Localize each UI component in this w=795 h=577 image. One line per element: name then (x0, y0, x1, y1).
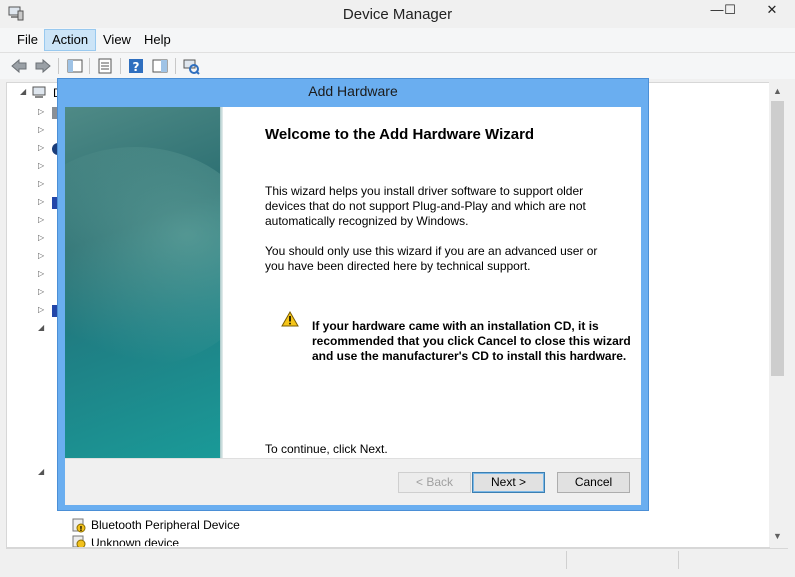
unknown-device-icon: ! (72, 518, 86, 533)
wizard-heading: Welcome to the Add Hardware Wizard (265, 126, 535, 143)
maximize-button[interactable]: ☐ (716, 0, 744, 22)
dialog-title: Add Hardware (308, 83, 398, 99)
back-arrow-icon[interactable] (10, 57, 28, 75)
computer-icon (32, 86, 46, 98)
svg-text:!: ! (79, 525, 82, 533)
menu-help[interactable]: Help (137, 30, 178, 50)
help-icon[interactable]: ? (127, 57, 145, 75)
toolbar-separator (120, 58, 121, 74)
toolbar: ? (0, 53, 795, 79)
properties-icon[interactable] (96, 57, 114, 75)
unknown-device-icon (72, 535, 86, 547)
expander-icon[interactable]: ▷ (38, 144, 46, 152)
cancel-button[interactable]: Cancel (557, 472, 630, 493)
window-title: Device Manager (342, 6, 453, 23)
status-pane (678, 551, 679, 569)
forward-arrow-icon[interactable] (34, 57, 52, 75)
tree-item-label: Unknown device (91, 536, 180, 546)
svg-text:?: ? (133, 60, 140, 74)
toolbar-separator (58, 58, 59, 74)
toolbar-separator (89, 58, 90, 74)
close-button[interactable]: ✕ (752, 0, 792, 22)
expander-icon[interactable]: ▷ (38, 180, 46, 188)
menu-view[interactable]: View (96, 30, 138, 50)
tree-item-unknown-device[interactable]: Unknown device (91, 536, 179, 546)
toolbar-separator (175, 58, 176, 74)
scroll-up-icon[interactable]: ▲ (769, 86, 786, 96)
back-button[interactable]: < Back (398, 472, 471, 493)
warning-icon (281, 311, 299, 327)
expander-icon[interactable]: ◢ (38, 468, 46, 476)
next-button[interactable]: Next > (472, 472, 545, 493)
expander-icon[interactable]: ▷ (38, 126, 46, 134)
expander-icon[interactable]: ▷ (38, 306, 46, 314)
wizard-advanced-text: You should only use this wizard if you a… (265, 244, 598, 273)
expander-icon[interactable]: ▷ (38, 288, 46, 296)
menu-file[interactable]: File (10, 30, 45, 50)
menu-bar: File Action View Help (0, 28, 795, 53)
expander-icon[interactable]: ▷ (38, 108, 46, 116)
scan-hardware-icon[interactable] (182, 57, 200, 75)
expander-icon[interactable]: ▷ (38, 234, 46, 242)
scrollbar-thumb[interactable] (771, 101, 784, 376)
action-pane-icon[interactable] (151, 57, 169, 75)
tree-item-bluetooth-peripheral[interactable]: Bluetooth Peripheral Device (91, 518, 240, 532)
expander-icon[interactable]: ▷ (38, 270, 46, 278)
warning-text: If your hardware came with an installati… (312, 319, 631, 363)
expander-icon[interactable]: ▷ (38, 252, 46, 260)
dialog-button-bar (65, 458, 641, 505)
banner-swoosh (65, 147, 222, 367)
menu-action[interactable]: Action (44, 29, 97, 51)
status-pane (566, 551, 567, 569)
wizard-side-banner (65, 107, 222, 458)
status-bar (6, 548, 788, 571)
continue-instruction: To continue, click Next. (265, 442, 388, 456)
expander-icon[interactable]: ▷ (38, 216, 46, 224)
scroll-down-icon[interactable]: ▼ (769, 531, 786, 541)
wizard-intro-text: This wizard helps you install driver sof… (265, 184, 586, 228)
expander-icon[interactable]: ◢ (38, 324, 46, 332)
banner-divider (220, 107, 223, 458)
title-bar: Device Manager — ☐ ✕ (0, 0, 795, 28)
root-collapse-icon[interactable]: ◢ (20, 88, 28, 96)
expander-icon[interactable]: ▷ (38, 198, 46, 206)
expander-icon[interactable]: ▷ (38, 162, 46, 170)
console-tree-icon[interactable] (66, 57, 84, 75)
